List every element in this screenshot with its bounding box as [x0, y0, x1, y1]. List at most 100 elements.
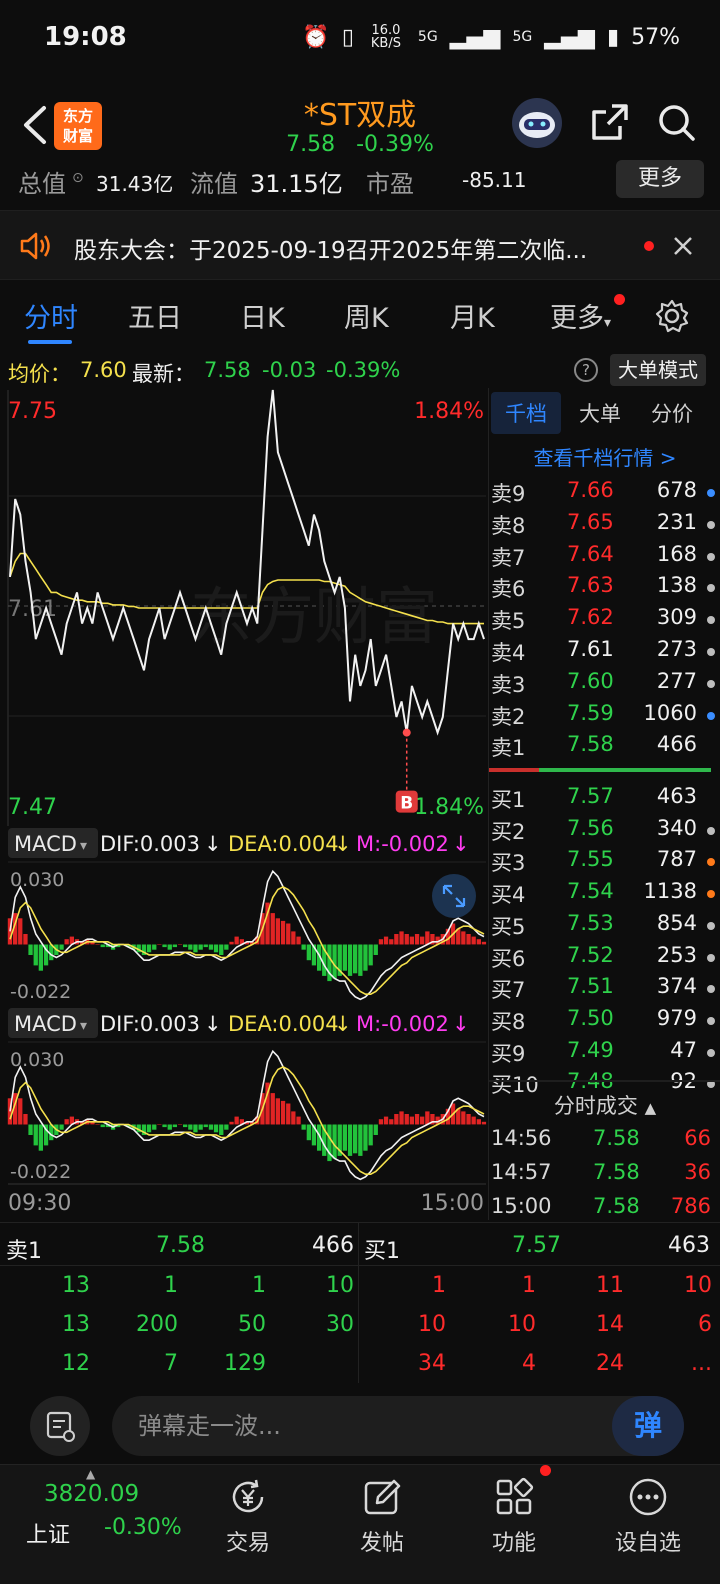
- tab-price-distribution[interactable]: 分价: [651, 398, 693, 428]
- tab-monthly-k[interactable]: 月K: [450, 296, 495, 335]
- tab-five-day[interactable]: 五日: [128, 296, 182, 335]
- danmaku-settings-button[interactable]: [30, 1396, 90, 1456]
- buy-level-volume: 787: [656, 847, 697, 872]
- search-icon[interactable]: [656, 102, 696, 142]
- order-book-buy-row[interactable]: 买8 7.50 979: [489, 1006, 720, 1038]
- nav-functions[interactable]: 功能: [454, 1465, 574, 1584]
- tab-big-order[interactable]: 大单: [579, 398, 621, 428]
- time-axis-end: 15:00: [421, 1191, 484, 1216]
- intraday-chart[interactable]: 东方财富 7.75 7.61 7.47 1.84% -1.84% B MACD …: [0, 388, 488, 1220]
- order-dot-icon: [707, 921, 715, 930]
- macd-hist-bar: [373, 1124, 378, 1135]
- signal-5g-1: 5G: [417, 29, 438, 45]
- order-book-sell-row[interactable]: 卖8 7.65 231: [489, 510, 720, 542]
- queue-buy-cell: 1: [522, 1273, 536, 1298]
- signal-icon: ▂▄▆: [449, 24, 501, 50]
- macd-hist-bar: [152, 1124, 157, 1130]
- m-label: M:-0.002: [356, 832, 449, 856]
- settings-gear-icon[interactable]: [654, 298, 690, 334]
- buy-marker[interactable]: B: [395, 728, 418, 814]
- notice-bar[interactable]: 股东大会：于2025-09-19召开2025年第二次临...: [0, 210, 720, 280]
- nav-post[interactable]: 发帖: [322, 1465, 442, 1584]
- more-metrics-button[interactable]: 更多: [616, 160, 704, 198]
- order-book-sell-row[interactable]: 卖7 7.64 168: [489, 542, 720, 574]
- order-book: 千档 大单 分价 查看千档行情 > 卖9 7.66 678 卖8 7.65 231 卖7 7.…: [488, 388, 720, 1220]
- sell-level-volume: 168: [656, 541, 697, 566]
- macd-hist-bar: [208, 944, 214, 950]
- order-book-sell-row[interactable]: 卖1 7.58 466: [489, 732, 720, 764]
- order-book-buy-row[interactable]: 买3 7.55 787: [489, 847, 720, 879]
- order-book-sell-row[interactable]: 卖5 7.62 309: [489, 605, 720, 637]
- tab-daily-k[interactable]: 日K: [240, 296, 285, 335]
- robot-assistant-icon[interactable]: [512, 98, 562, 148]
- order-book-sell-row[interactable]: 卖3 7.60 277: [489, 669, 720, 701]
- order-book-buy-row[interactable]: 买5 7.53 854: [489, 911, 720, 943]
- macd-hist-bar: [234, 1116, 239, 1125]
- order-book-sell-row[interactable]: 卖6 7.63 138: [489, 573, 720, 605]
- buy-level-volume: 1138: [643, 879, 697, 904]
- view-thousand-level-link[interactable]: 查看千档行情 >: [489, 442, 720, 471]
- tab-thousand-level[interactable]: 千档: [491, 392, 561, 434]
- market-index-widget[interactable]: ▲ 3820.09 上证 -0.30%: [0, 1465, 200, 1584]
- macd-hist-bar: [471, 936, 476, 945]
- macd-hist-bar: [95, 1124, 100, 1125]
- order-book-buy-row[interactable]: 买7 7.51 374: [489, 974, 720, 1006]
- share-icon[interactable]: [590, 102, 630, 142]
- book-tabs: 千档 大单 分价: [489, 388, 720, 438]
- macd-hist-bar: [64, 939, 69, 945]
- help-icon[interactable]: ?: [574, 358, 598, 382]
- macd-hist-bar: [213, 1124, 219, 1133]
- order-book-sell-row[interactable]: 卖9 7.66 678: [489, 478, 720, 510]
- tab-more-badge: [614, 294, 625, 305]
- macd-hist-bar: [404, 1114, 409, 1125]
- buy-level-volume: 47: [670, 1037, 697, 1062]
- order-book-buy-row[interactable]: 买2 7.56 340: [489, 816, 720, 848]
- macd-label[interactable]: MACD: [14, 832, 77, 856]
- order-book-buy-row[interactable]: 买9 7.49 47: [489, 1038, 720, 1070]
- macd-hist-bar: [409, 936, 414, 945]
- macd-hist-bar: [157, 1124, 162, 1125]
- sell-level-label: 卖8: [491, 513, 526, 538]
- index-value: 3820.09: [44, 1481, 140, 1507]
- latest-change: -0.03: [262, 358, 317, 382]
- price-axis-low: 7.47: [8, 795, 57, 820]
- order-book-buy-row[interactable]: 买1 7.57 463: [489, 784, 720, 816]
- macd-hist-bar: [378, 1119, 384, 1125]
- close-icon[interactable]: [672, 235, 694, 257]
- trade-volume: 36: [684, 1160, 711, 1184]
- buy-level-price: 7.51: [567, 974, 614, 999]
- order-book-buy-row[interactable]: 买4 7.54 1138: [489, 879, 720, 911]
- buy-level-label: 买3: [491, 851, 526, 876]
- order-book-sell-row[interactable]: 卖4 7.61 273: [489, 637, 720, 669]
- expand-button[interactable]: [432, 874, 476, 918]
- chart-tabs: 分时 五日 日K 周K 月K 更多▾: [0, 282, 720, 352]
- tab-more[interactable]: 更多▾: [550, 296, 611, 335]
- queue-buy-price: 7.57: [512, 1233, 561, 1258]
- danmaku-send-button[interactable]: 弹: [612, 1396, 684, 1456]
- queue-sell-cell: 50: [238, 1312, 266, 1337]
- danmaku-input[interactable]: 弹幕走一波...: [112, 1396, 684, 1456]
- order-book-sell-row[interactable]: 卖2 7.59 1060: [489, 701, 720, 733]
- sell-level-volume: 138: [656, 573, 697, 598]
- macd-hist-bar: [193, 944, 198, 953]
- macd-hist-bar: [358, 944, 363, 976]
- order-dot-icon: [707, 858, 715, 867]
- queue-sell-cell: 13: [62, 1273, 90, 1298]
- sell-level-label: 卖2: [491, 704, 526, 729]
- info-icon[interactable]: ⊙: [72, 170, 84, 186]
- queue-buy-vol: 463: [668, 1233, 710, 1258]
- macd-hist-bar: [275, 1098, 280, 1125]
- order-book-buy-row[interactable]: 买6 7.52 253: [489, 943, 720, 975]
- tab-weekly-k[interactable]: 周K: [344, 296, 389, 335]
- trades-title[interactable]: 分时成交 ▲: [489, 1090, 720, 1120]
- time-axis-start: 09:30: [8, 1191, 71, 1216]
- buy-level-label: 买1: [491, 788, 526, 812]
- macd-label[interactable]: MACD: [14, 1012, 77, 1036]
- tab-intraday[interactable]: 分时: [24, 296, 78, 335]
- big-order-mode-button[interactable]: 大单模式: [610, 354, 706, 386]
- macd-hist-bar: [219, 1124, 224, 1135]
- nav-trade[interactable]: 交易: [188, 1465, 308, 1584]
- macd-hist-bar: [291, 1111, 296, 1125]
- edit-icon: [364, 1479, 401, 1515]
- nav-add-watchlist[interactable]: 设自选: [588, 1465, 708, 1584]
